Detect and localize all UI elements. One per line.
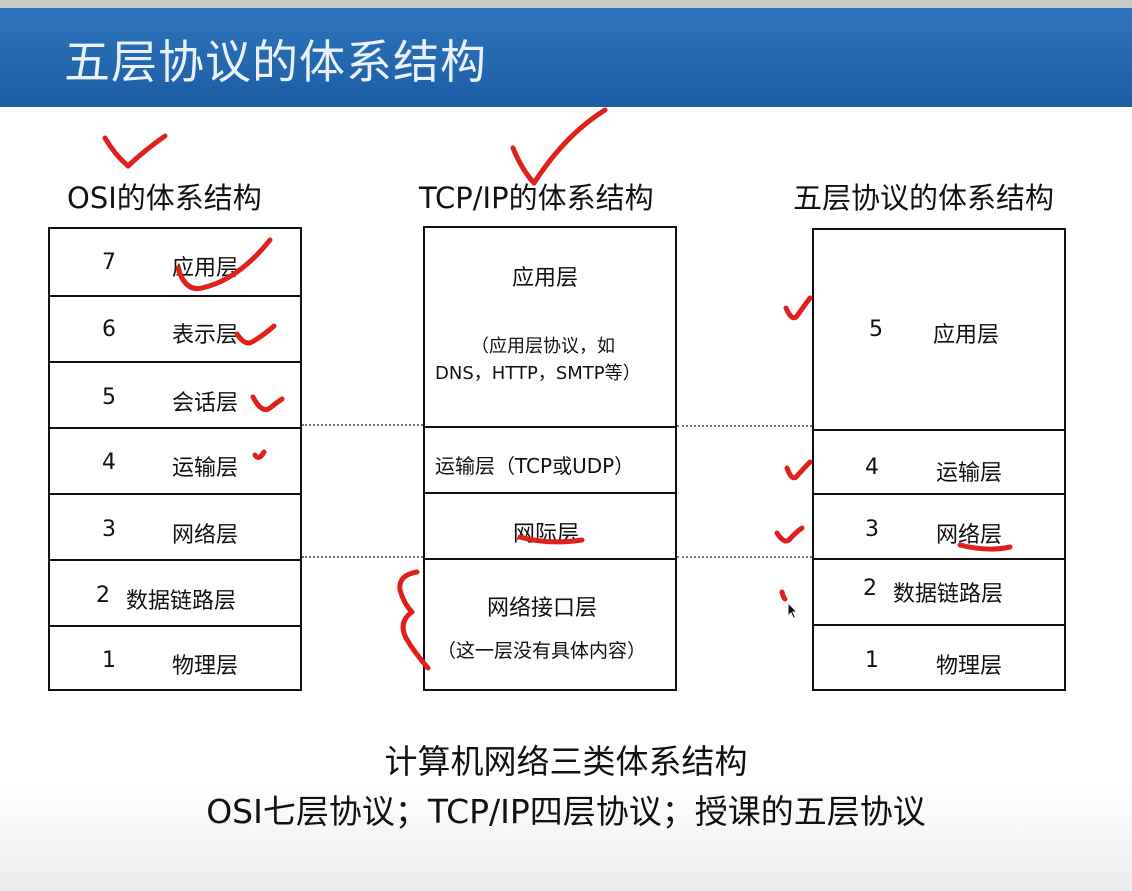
alignment-dotted-line xyxy=(302,424,423,426)
checkmark-icon xyxy=(102,133,168,169)
alignment-dotted-line xyxy=(302,556,423,558)
tcpip-internet-layer: 网际层 xyxy=(425,492,675,559)
five-layer-2: 2 数据链路层 xyxy=(814,558,1064,626)
five-layer-number: 5 xyxy=(869,317,883,342)
top-border xyxy=(0,0,1132,8)
osi-column-title: OSI的体系结构 xyxy=(67,181,262,215)
osi-layer-2: 2 数据链路层 xyxy=(50,559,300,626)
osi-layer-number: 5 xyxy=(102,385,116,410)
tcpip-layer-note: DNS，HTTP，SMTP等） xyxy=(435,363,641,384)
tcpip-layer-name: 网络接口层 xyxy=(487,596,598,621)
checkmark-icon xyxy=(510,107,608,186)
five-layer-name: 网络层 xyxy=(936,523,1003,548)
osi-layer-3: 3 网络层 xyxy=(50,493,300,560)
osi-layer-name: 会话层 xyxy=(172,391,239,416)
five-layer-5: 5 应用层 xyxy=(814,230,1064,431)
tcpip-column-title: TCP/IP的体系结构 xyxy=(419,181,654,215)
tcpip-stack: 应用层 （应用层协议，如 DNS，HTTP，SMTP等） 运输层（TCP或UDP… xyxy=(423,226,677,691)
tcpip-network-interface-layer: 网络接口层 （这一层没有具体内容） xyxy=(425,558,675,691)
five-layer-number: 3 xyxy=(865,517,879,542)
checkmark-icon xyxy=(783,295,813,321)
osi-layer-number: 7 xyxy=(102,250,116,275)
alignment-dotted-line xyxy=(677,425,812,427)
five-layer-name: 物理层 xyxy=(936,654,1003,679)
tcpip-application-layer: 应用层 （应用层协议，如 DNS，HTTP，SMTP等） xyxy=(425,228,675,427)
osi-layer-4: 4 运输层 xyxy=(50,427,300,494)
five-layer-3: 3 网络层 xyxy=(814,493,1064,560)
tcpip-layer-name: 应用层 xyxy=(512,266,579,291)
caption-line-2: OSI七层协议；TCP/IP四层协议；授课的五层协议 xyxy=(206,792,926,831)
osi-layer-number: 4 xyxy=(102,450,116,475)
checkmark-icon xyxy=(774,525,805,544)
five-layer-stack: 5 应用层 4 运输层 3 网络层 2 数据链路层 1 物理层 xyxy=(812,228,1066,691)
osi-layer-6: 6 表示层 xyxy=(50,295,300,362)
osi-layer-1: 1 物理层 xyxy=(50,625,300,691)
osi-layer-name: 表示层 xyxy=(172,323,239,348)
five-layer-number: 2 xyxy=(863,576,877,601)
osi-layer-name: 运输层 xyxy=(172,456,239,481)
tcpip-layer-name: 运输层（TCP或UDP） xyxy=(435,454,635,478)
caption-line-1: 计算机网络三类体系结构 xyxy=(384,742,748,781)
mouse-cursor-icon xyxy=(787,602,799,620)
five-layer-column-title: 五层协议的体系结构 xyxy=(793,181,1055,215)
five-layer-name: 运输层 xyxy=(936,461,1003,486)
slide-header: 五层协议的体系结构 xyxy=(0,8,1132,107)
slide-title: 五层协议的体系结构 xyxy=(64,35,487,89)
osi-layer-number: 6 xyxy=(102,317,116,342)
osi-layer-5: 5 会话层 xyxy=(50,361,300,428)
tcpip-layer-note: （应用层协议，如 xyxy=(471,336,615,357)
dot-mark xyxy=(779,589,788,602)
osi-layer-7: 7 应用层 xyxy=(50,229,300,296)
osi-layer-name: 数据链路层 xyxy=(126,589,237,614)
five-layer-name: 应用层 xyxy=(933,323,1000,348)
osi-layer-number: 1 xyxy=(102,648,116,673)
osi-stack: 7 应用层 6 表示层 5 会话层 4 运输层 3 网络层 2 数据链路层 1 … xyxy=(48,227,302,691)
osi-layer-name: 物理层 xyxy=(172,654,239,679)
tcpip-layer-name: 网际层 xyxy=(513,522,580,547)
tcpip-transport-layer: 运输层（TCP或UDP） xyxy=(425,426,675,493)
five-layer-4: 4 运输层 xyxy=(814,429,1064,495)
five-layer-name: 数据链路层 xyxy=(893,582,1004,607)
osi-layer-number: 2 xyxy=(96,583,110,608)
osi-layer-name: 应用层 xyxy=(172,256,239,281)
five-layer-number: 4 xyxy=(865,455,879,480)
five-layer-1: 1 物理层 xyxy=(814,624,1064,691)
five-layer-number: 1 xyxy=(865,648,879,673)
osi-layer-name: 网络层 xyxy=(172,523,239,548)
checkmark-icon xyxy=(784,459,813,481)
tcpip-layer-note: （这一层没有具体内容） xyxy=(437,640,647,662)
alignment-dotted-line xyxy=(677,556,812,558)
osi-layer-number: 3 xyxy=(102,517,116,542)
